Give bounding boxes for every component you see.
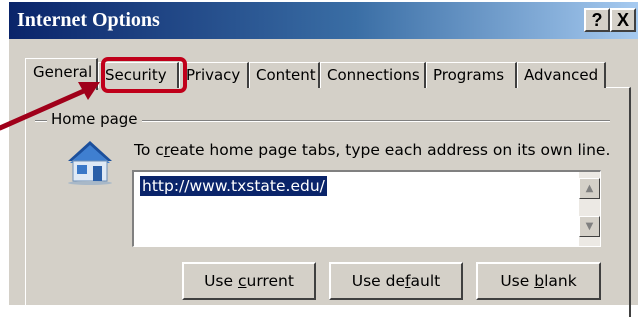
use-default-button[interactable]: Use default	[329, 262, 463, 300]
scroll-down-icon[interactable]: ▼	[579, 216, 600, 237]
home-page-url-textarea[interactable]: http://www.txstate.edu/ ▲ ▼	[132, 170, 601, 247]
annotation-arrow-icon	[0, 82, 100, 131]
textarea-scrollbar[interactable]: ▲ ▼	[579, 172, 600, 246]
close-button[interactable]: X	[610, 8, 636, 32]
home-page-instructions: To create home page tabs, type each addr…	[134, 141, 611, 159]
scroll-up-icon[interactable]: ▲	[579, 178, 600, 199]
tab-programs[interactable]: Programs	[426, 62, 517, 88]
use-blank-button[interactable]: Use blank	[476, 262, 601, 300]
home-page-url-text: http://www.txstate.edu/	[140, 176, 327, 196]
tab-connections[interactable]: Connections	[320, 62, 426, 88]
tab-privacy[interactable]: Privacy	[179, 62, 249, 88]
window-title: Internet Options	[17, 9, 160, 31]
tab-advanced[interactable]: Advanced	[517, 62, 606, 88]
tab-content[interactable]: Content	[249, 62, 320, 88]
title-bar[interactable]: Internet Options ? X	[9, 2, 638, 39]
internet-options-window: Internet Options ? X General Security Pr…	[7, 0, 638, 317]
house-icon	[68, 141, 112, 185]
use-current-button[interactable]: Use current	[182, 262, 316, 300]
help-button[interactable]: ?	[584, 8, 610, 32]
